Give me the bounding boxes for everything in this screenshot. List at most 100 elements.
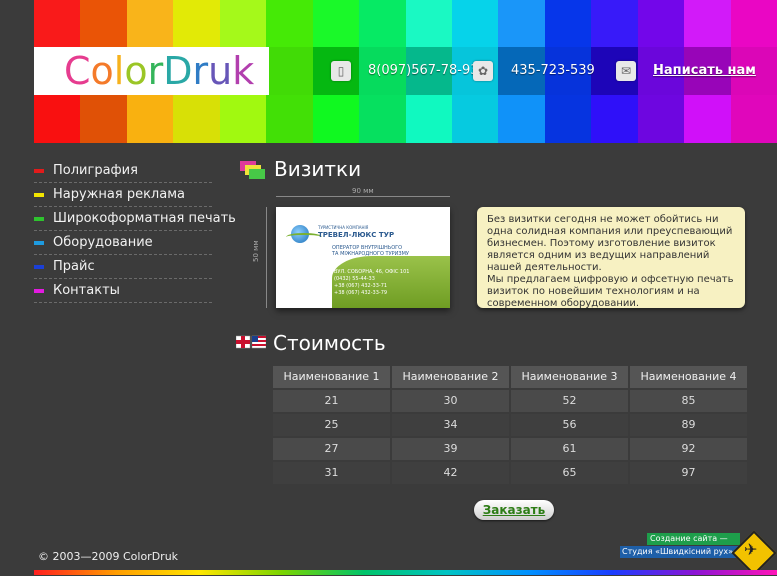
- swoosh-icon: [286, 233, 322, 241]
- nav-item-contacts[interactable]: Контакты: [34, 280, 212, 303]
- table-header-row: Наименование 1 Наименование 2 Наименован…: [273, 366, 747, 388]
- price-table: Наименование 1 Наименование 2 Наименован…: [273, 366, 747, 486]
- section-title-pricing: Стоимость: [273, 331, 386, 355]
- dial-phone-icon: ✿: [473, 61, 493, 81]
- description-paragraph: Мы предлагаем цифровую и офсетную печать…: [487, 274, 734, 309]
- mosaic-tile: [34, 95, 82, 143]
- nav-label: Прайс: [53, 259, 95, 274]
- mosaic-tile: [498, 95, 546, 143]
- nav-item-polygraphy[interactable]: Полиграфия: [34, 160, 212, 183]
- mosaic-tile: [34, 0, 82, 47]
- table-cell: 85: [630, 390, 747, 412]
- table-cell: 27: [273, 438, 390, 460]
- mosaic-tile: [637, 95, 686, 143]
- card-line3: ТА МІЖНАРОДНОГО ТУРИЗМУ: [332, 251, 409, 257]
- table-cell: 34: [392, 414, 509, 436]
- card-tel3: +38 (067) 432-33-79: [334, 290, 388, 296]
- table-cell: 65: [511, 462, 628, 484]
- business-cards-icon: [240, 161, 265, 179]
- table-row: 27 39 61 92: [273, 438, 747, 460]
- mosaic-tile: [591, 0, 639, 47]
- section-title-vizitki: Визитки: [274, 157, 362, 181]
- airplane-icon: ✈: [744, 540, 758, 559]
- dimension-height-label: 50 мм: [252, 240, 260, 262]
- mosaic-tile: [80, 95, 128, 143]
- nav-item-outdoor[interactable]: Наружная реклама: [34, 184, 212, 207]
- mosaic-tile: [730, 0, 777, 47]
- description-paragraph: Без визитки сегодня не может обойтись ни…: [487, 214, 733, 273]
- mosaic-tile: [126, 95, 175, 143]
- mosaic-tile: [126, 0, 175, 47]
- order-button[interactable]: Заказать: [474, 500, 554, 520]
- table-cell: 52: [511, 390, 628, 412]
- mosaic-tile: [405, 95, 453, 143]
- mosaic-tile: [405, 0, 453, 47]
- mosaic-tile: [266, 47, 314, 95]
- table-cell: 61: [511, 438, 628, 460]
- card-tel2: +38 (067) 432-33-71: [334, 283, 388, 289]
- nav-bullet-icon: [34, 169, 44, 173]
- nav-label: Оборудование: [53, 235, 153, 250]
- mosaic-tile: [451, 95, 500, 143]
- site-header: ColorDruk ▯ 8(097)567-78-93 ✿ 435-723-53…: [34, 0, 777, 143]
- column-header: Наименование 4: [630, 366, 747, 388]
- logo-letter: l: [113, 49, 125, 93]
- table-cell: 31: [273, 462, 390, 484]
- write-to-us-link[interactable]: Написать нам: [653, 63, 756, 78]
- mosaic-tile: [498, 0, 546, 47]
- nav-bullet-icon: [34, 193, 44, 197]
- nav-label: Контакты: [53, 283, 120, 298]
- card-address: ВУЛ. СОБОРНА, 46, ОФІС 101: [334, 269, 410, 275]
- mosaic-tile: [544, 0, 593, 47]
- card-green-panel: [332, 256, 450, 308]
- mosaic-tile: [637, 0, 686, 47]
- mosaic-tile: [312, 95, 361, 143]
- table-cell: 89: [630, 414, 747, 436]
- table-row: 25 34 56 89: [273, 414, 747, 436]
- mosaic-tile: [730, 95, 777, 143]
- logo-letter: k: [232, 49, 255, 93]
- main-nav: Полиграфия Наружная реклама Широкоформат…: [34, 160, 236, 304]
- mosaic-tile: [219, 95, 268, 143]
- site-logo[interactable]: ColorDruk: [64, 50, 254, 92]
- nav-item-equipment[interactable]: Оборудование: [34, 232, 212, 255]
- table-cell: 30: [392, 390, 509, 412]
- logo-letter: o: [90, 49, 114, 93]
- nav-bullet-icon: [34, 217, 44, 221]
- mosaic-tile: [359, 95, 407, 143]
- business-card-image: ТУРИСТИЧНА КОМПАНІЯ ТРЕВЕЛ-ЛЮКС ТУР ОПЕР…: [276, 207, 450, 308]
- mosaic-tile: [266, 95, 314, 143]
- mosaic-tile: [80, 0, 128, 47]
- mosaic-tile: [684, 0, 732, 47]
- mosaic-tile: [219, 0, 268, 47]
- table-cell: 92: [630, 438, 747, 460]
- nav-bullet-icon: [34, 289, 44, 293]
- bottom-color-strip: [34, 570, 777, 575]
- nav-bullet-icon: [34, 241, 44, 245]
- table-cell: 25: [273, 414, 390, 436]
- dimension-line-height: [266, 207, 267, 308]
- studio-line2: Студия «Швидкісний рух»: [622, 547, 734, 556]
- table-cell: 42: [392, 462, 509, 484]
- nav-item-wideformat[interactable]: Широкоформатная печать: [34, 208, 236, 231]
- phone-mobile: 8(097)567-78-93: [368, 63, 479, 78]
- mobile-phone-icon: ▯: [331, 61, 351, 81]
- mosaic-tile: [684, 95, 732, 143]
- table-cell: 39: [392, 438, 509, 460]
- mosaic-tile: [544, 95, 593, 143]
- copyright: © 2003—2009 ColorDruk: [38, 550, 179, 563]
- logo-letter: r: [147, 49, 164, 93]
- column-header: Наименование 3: [511, 366, 628, 388]
- nav-item-price[interactable]: Прайс: [34, 256, 212, 279]
- nav-label: Широкоформатная печать: [53, 211, 236, 226]
- envelope-icon: ✉: [616, 61, 636, 81]
- logo-letter: o: [124, 49, 148, 93]
- table-row: 31 42 65 97: [273, 462, 747, 484]
- mosaic-tile: [359, 0, 407, 47]
- dimension-line-width: [276, 196, 450, 197]
- vizitki-description: Без визитки сегодня не может обойтись ни…: [477, 207, 745, 309]
- column-header: Наименование 2: [392, 366, 509, 388]
- studio-credit-link[interactable]: Создание сайта — Студия «Швидкісний рух»…: [620, 530, 777, 576]
- logo-letter: D: [163, 49, 193, 93]
- phone-landline: 435-723-539: [511, 63, 595, 78]
